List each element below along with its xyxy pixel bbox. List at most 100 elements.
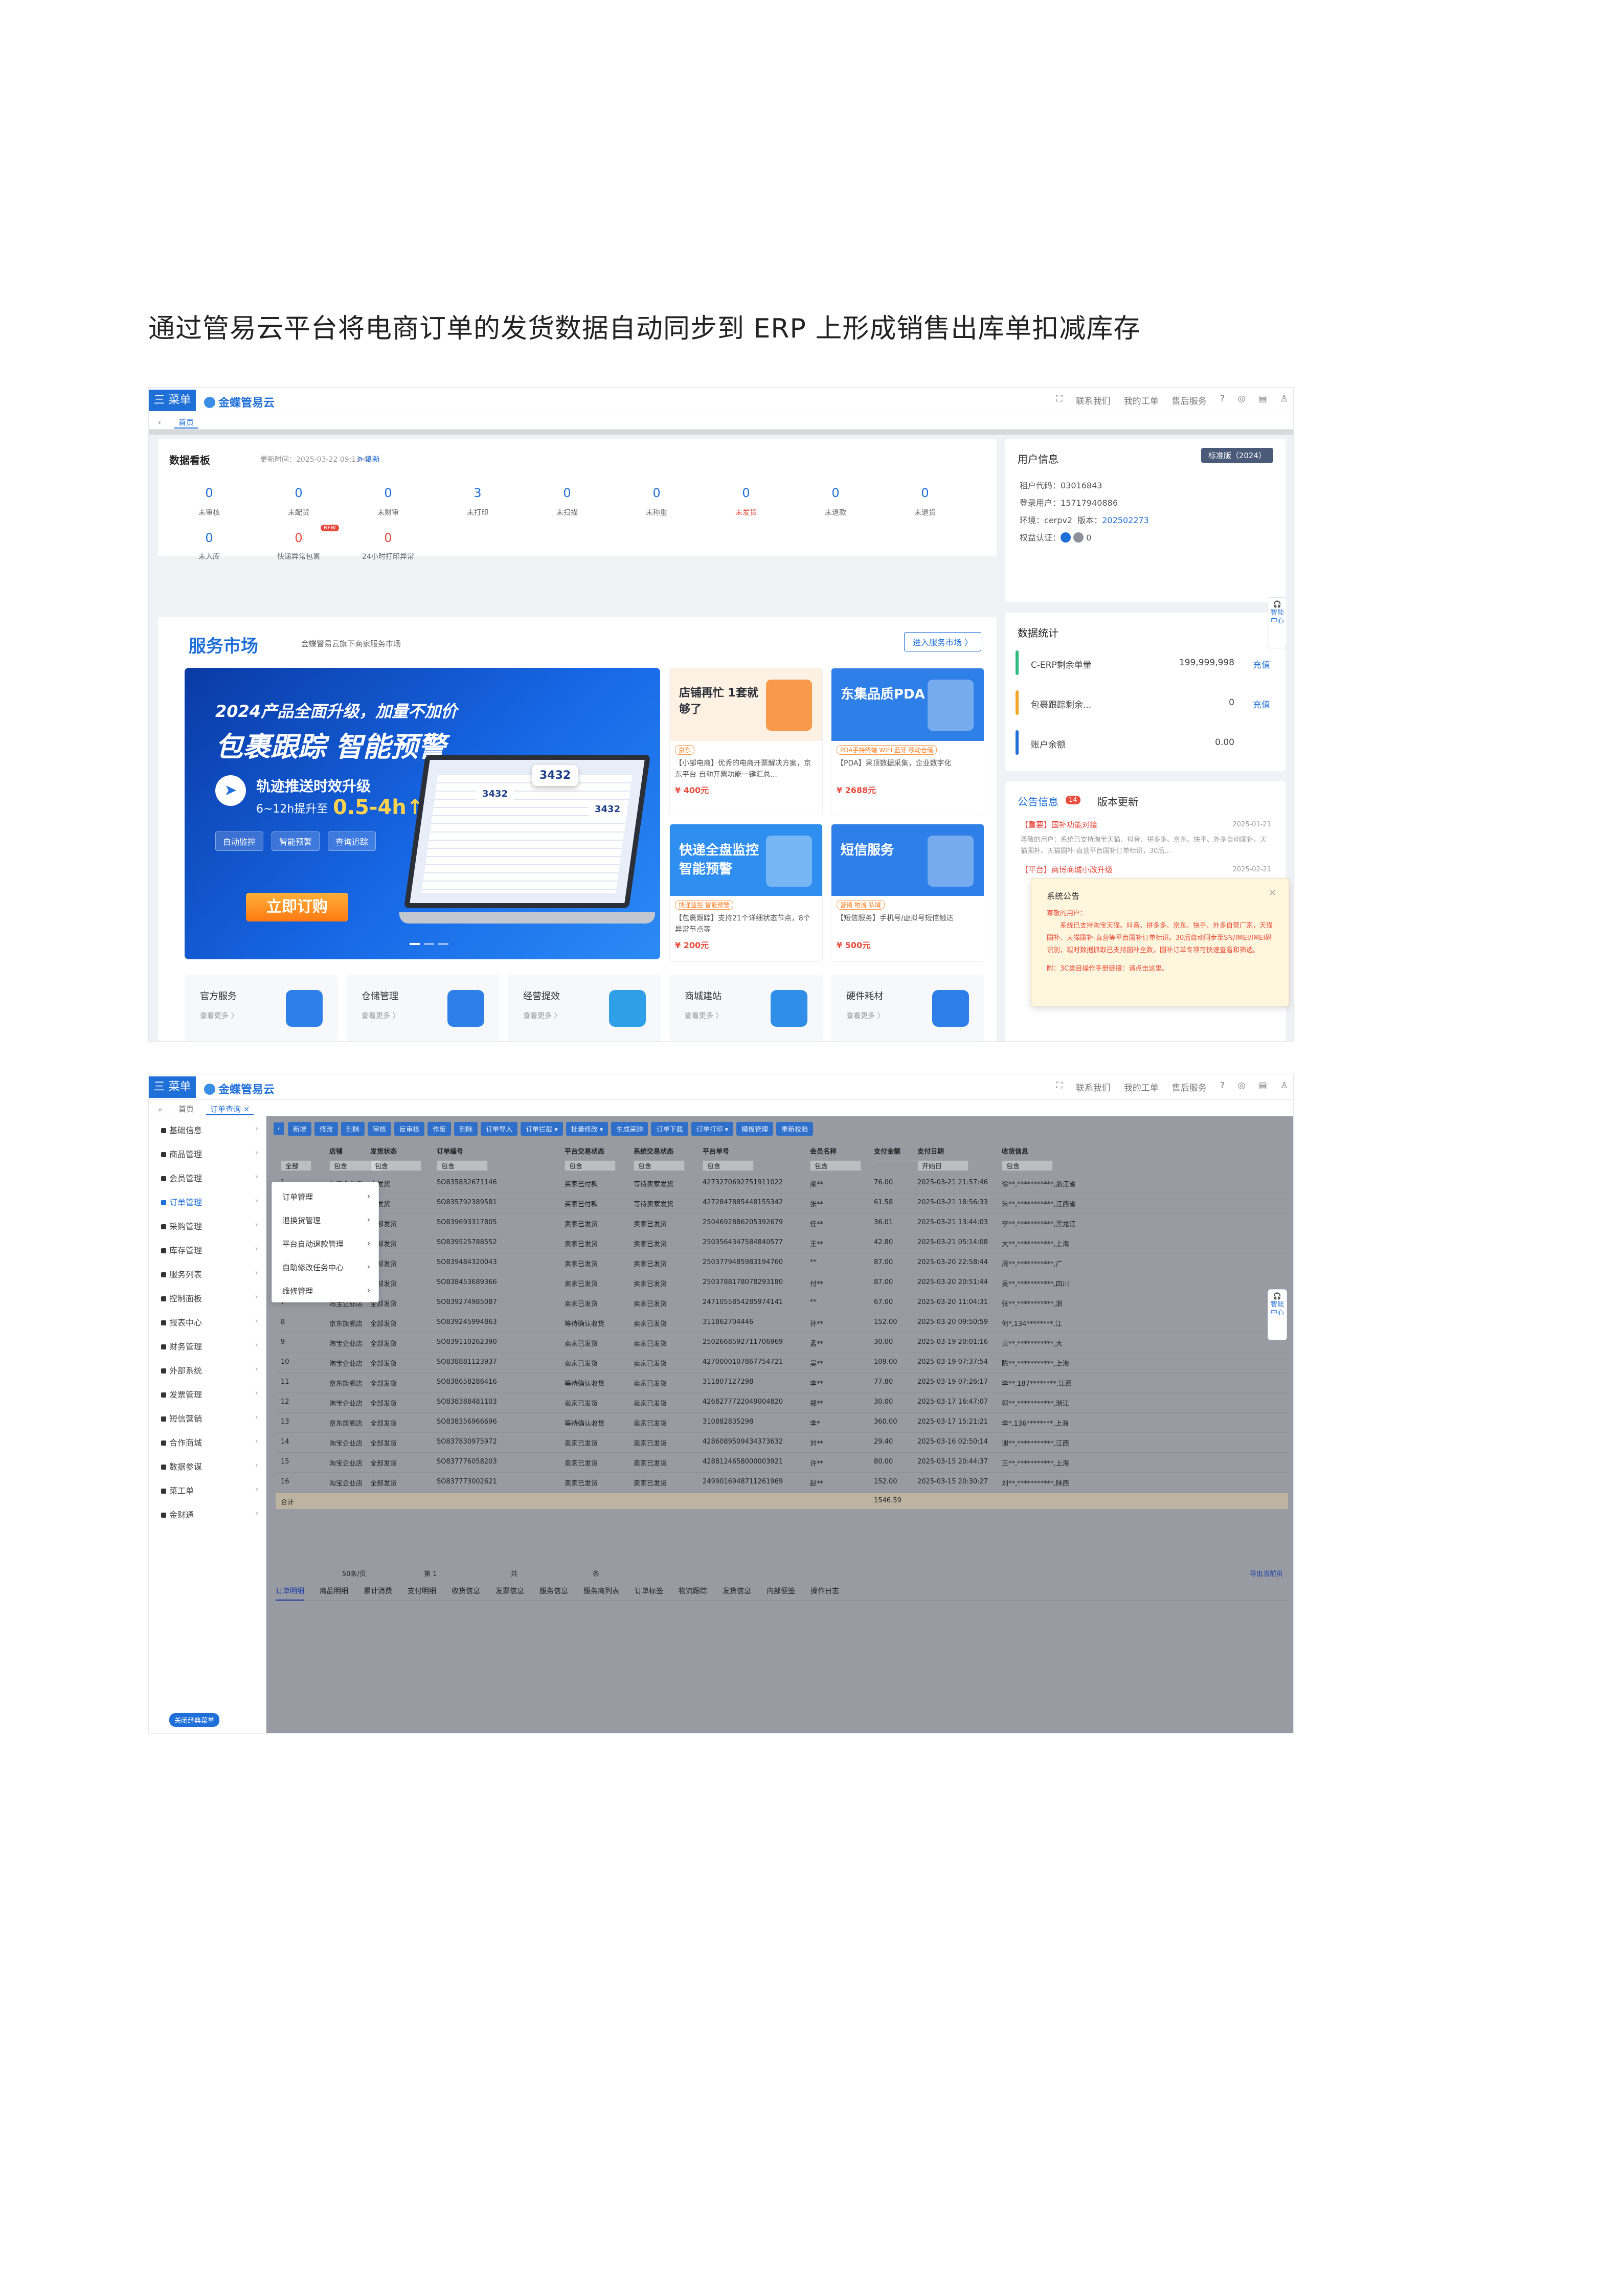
table-row[interactable]: 1淘宝企业店未发货SO835832671146买家已付款等待卖家发货427327… — [276, 1174, 1288, 1194]
table-row[interactable]: 7淘宝企业店全部发货SO839274985087卖家已发货卖家已发货247105… — [276, 1293, 1288, 1313]
export-link[interactable]: 导出当前页 — [1250, 1568, 1283, 1578]
tab-order-query[interactable]: 订单查询 × — [206, 1103, 254, 1115]
toolbar-button[interactable]: 批量修改 ▾ — [566, 1121, 608, 1136]
classic-menu-toggle[interactable]: 关闭经典菜单 — [169, 1713, 220, 1727]
column-header[interactable]: 订单编号 — [437, 1146, 463, 1156]
sidebar-item[interactable]: 库存管理 › — [161, 1244, 258, 1256]
toolbar-button[interactable]: 模板管理 — [736, 1121, 774, 1136]
service-card[interactable]: 东集品质PDA PDA手持终端 WIFI 蓝牙 移动仓储 【PDA】果顶数据采集，企… — [831, 668, 984, 816]
filter-input[interactable]: 包含 — [703, 1160, 754, 1171]
recharge-link[interactable]: 充值 — [1253, 658, 1270, 670]
tile-more-link[interactable]: 查看更多 〉 — [362, 1010, 399, 1021]
notice-item[interactable]: 【重要】国补功能对接 2025-01-21 — [1021, 818, 1271, 831]
buy-now-button[interactable]: 立即订购 — [246, 893, 348, 921]
smart-center-float[interactable]: 🎧 智能中心 — [1268, 597, 1287, 648]
submenu-item[interactable]: 平台自动退款管理 › — [282, 1239, 370, 1249]
detail-tab[interactable]: 物流跟踪 — [679, 1586, 707, 1601]
aftersales-link[interactable]: 售后服务 — [1172, 1081, 1207, 1093]
toolbar-button[interactable]: 订单打印 ▾ — [691, 1121, 734, 1136]
refresh-button[interactable]: ⟳ 刷新 — [357, 454, 380, 464]
sidebar-item[interactable]: 采购管理 › — [161, 1220, 258, 1232]
tab-version-update[interactable]: 版本更新 — [1097, 794, 1138, 808]
filter-input[interactable]: 全部 — [281, 1160, 311, 1171]
tile-more-link[interactable]: 查看更多 〉 — [846, 1010, 884, 1021]
recharge-link[interactable]: 充值 — [1253, 697, 1270, 710]
sidebar-item[interactable]: 基础信息 › — [161, 1123, 258, 1136]
menu-button[interactable]: 三 菜单 — [149, 1076, 196, 1098]
filter-input[interactable]: 包含 — [565, 1160, 616, 1171]
search-icon[interactable]: ⌕ — [154, 1103, 166, 1115]
page-size-select[interactable]: 50条/页 — [342, 1568, 366, 1578]
detail-tab[interactable]: 发货信息 — [723, 1586, 751, 1601]
sidebar-item[interactable]: 发票管理 › — [161, 1388, 258, 1400]
detail-tab[interactable]: 内部便签 — [767, 1586, 795, 1601]
stat-item[interactable]: 0 未审核 — [178, 486, 240, 517]
table-row[interactable]: 10 淘宝企业店 全部发货 SO838881123937 卖家已发货 卖家已发货 42700… — [276, 1353, 1288, 1373]
detail-tab[interactable]: 发票信息 — [495, 1586, 524, 1601]
toolbar-button[interactable]: 生成采购 — [611, 1121, 648, 1136]
submenu-item[interactable]: 订单管理 › — [282, 1191, 370, 1202]
column-header[interactable]: 店铺 — [329, 1146, 343, 1156]
sidebar-item[interactable]: 商品管理 › — [161, 1147, 258, 1160]
toolbar-button[interactable]: 订单拦截 ▾ — [521, 1121, 563, 1136]
toolbar-button[interactable]: 反审核 — [394, 1121, 425, 1136]
detail-tab[interactable]: 支付明细 — [408, 1586, 436, 1601]
tab-back-icon[interactable]: ‹ — [154, 416, 165, 429]
table-row[interactable]: 4淘宝企业店全部发货SO839525788552卖家已发货卖家已发货250356… — [276, 1233, 1288, 1253]
sidebar-item[interactable]: 会员管理 › — [161, 1172, 258, 1184]
toolbar-button[interactable]: 新增 — [288, 1121, 312, 1136]
detail-tab[interactable]: 操作日志 — [810, 1586, 839, 1601]
tile-more-link[interactable]: 查看更多 〉 — [523, 1010, 561, 1021]
stat-item[interactable]: 0 未退款 — [805, 486, 866, 517]
user-icon[interactable]: ♙ — [1280, 394, 1288, 407]
globe-icon[interactable]: ◎ — [1238, 394, 1246, 407]
news-icon[interactable]: ▤ — [1259, 1081, 1267, 1093]
table-row[interactable]: 14 淘宝企业店 全部发货 SO837830975972 卖家已发货 卖家已发货 42860… — [276, 1433, 1288, 1453]
table-row[interactable]: 16 淘宝企业店 全部发货 SO837773002621 卖家已发货 卖家已发货 24990… — [276, 1473, 1288, 1493]
sidebar-item[interactable]: 服务列表 › — [161, 1268, 258, 1280]
tab-home[interactable]: 首页 — [174, 1103, 198, 1115]
enter-market-button[interactable]: 进入服务市场 〉 — [904, 632, 981, 651]
detail-tab[interactable]: 订单明细 — [276, 1586, 304, 1601]
ticket-link[interactable]: 我的工单 — [1124, 394, 1159, 407]
sidebar-item[interactable]: 短信营销 › — [161, 1412, 258, 1424]
detail-tab[interactable]: 收货信息 — [452, 1586, 480, 1601]
filter-input[interactable]: 包含 — [437, 1160, 488, 1171]
menu-button[interactable]: 三 菜单 — [149, 390, 196, 411]
carousel-dots[interactable] — [410, 943, 448, 945]
globe-icon[interactable]: ◎ — [1238, 1081, 1246, 1093]
stat-item[interactable]: 3 未打印 — [447, 486, 508, 517]
stat-item[interactable]: 0 未配货 — [268, 486, 329, 517]
submenu-item[interactable]: 维修管理 › — [282, 1286, 370, 1296]
user-icon[interactable]: ♙ — [1280, 1081, 1288, 1093]
contact-link[interactable]: 联系我们 — [1076, 394, 1111, 407]
submenu-item[interactable]: 退换货管理 › — [282, 1215, 370, 1226]
collapse-icon[interactable]: ‹ — [274, 1122, 284, 1135]
sidebar-item[interactable]: 报表中心 › — [161, 1316, 258, 1328]
category-tile[interactable]: 官方服务 查看更多 〉 — [185, 975, 338, 1041]
column-header[interactable]: 发货状态 — [370, 1146, 397, 1156]
sidebar-item[interactable]: 控制面板 › — [161, 1292, 258, 1304]
stat-item[interactable]: 0 未发货 — [715, 486, 777, 517]
category-tile[interactable]: 商城建站 查看更多 〉 — [669, 975, 823, 1041]
page-input[interactable]: 第 1 — [424, 1568, 437, 1578]
stat-item[interactable]: 0 未退货 — [894, 486, 956, 517]
aftersales-link[interactable]: 售后服务 — [1172, 394, 1207, 407]
toolbar-button[interactable]: 删除 — [454, 1121, 478, 1136]
column-header[interactable]: 收货信息 — [1002, 1146, 1028, 1156]
table-row[interactable]: 2淘宝企业店未发货SO835792389581买家已付款等待卖家发货427284… — [276, 1194, 1288, 1213]
sidebar-item[interactable]: 财务管理 › — [161, 1340, 258, 1352]
help-icon[interactable]: ? — [1220, 394, 1225, 407]
stat-item[interactable]: 0 24小时打印异常 — [357, 531, 419, 561]
stat-item[interactable]: 0 快递异常包裹 — [268, 531, 329, 561]
toolbar-button[interactable]: 作废 — [427, 1121, 452, 1136]
detail-tab[interactable]: 服务商列表 — [583, 1586, 619, 1601]
sidebar-item[interactable]: 外部系统 › — [161, 1364, 258, 1376]
toolbar-button[interactable]: 订单导入 — [481, 1121, 518, 1136]
sidebar-item[interactable]: 数据参谋 › — [161, 1460, 258, 1472]
smart-center-float[interactable]: 🎧 智能中心 — [1268, 1289, 1287, 1340]
table-row[interactable]: 15 淘宝企业店 全部发货 SO837776058203 卖家已发货 卖家已发货 42881… — [276, 1453, 1288, 1473]
stat-item[interactable]: 0 未入库 — [178, 531, 240, 561]
filter-input[interactable]: 开始日 — [917, 1160, 968, 1171]
column-header[interactable]: 系统交易状态 — [634, 1146, 673, 1156]
